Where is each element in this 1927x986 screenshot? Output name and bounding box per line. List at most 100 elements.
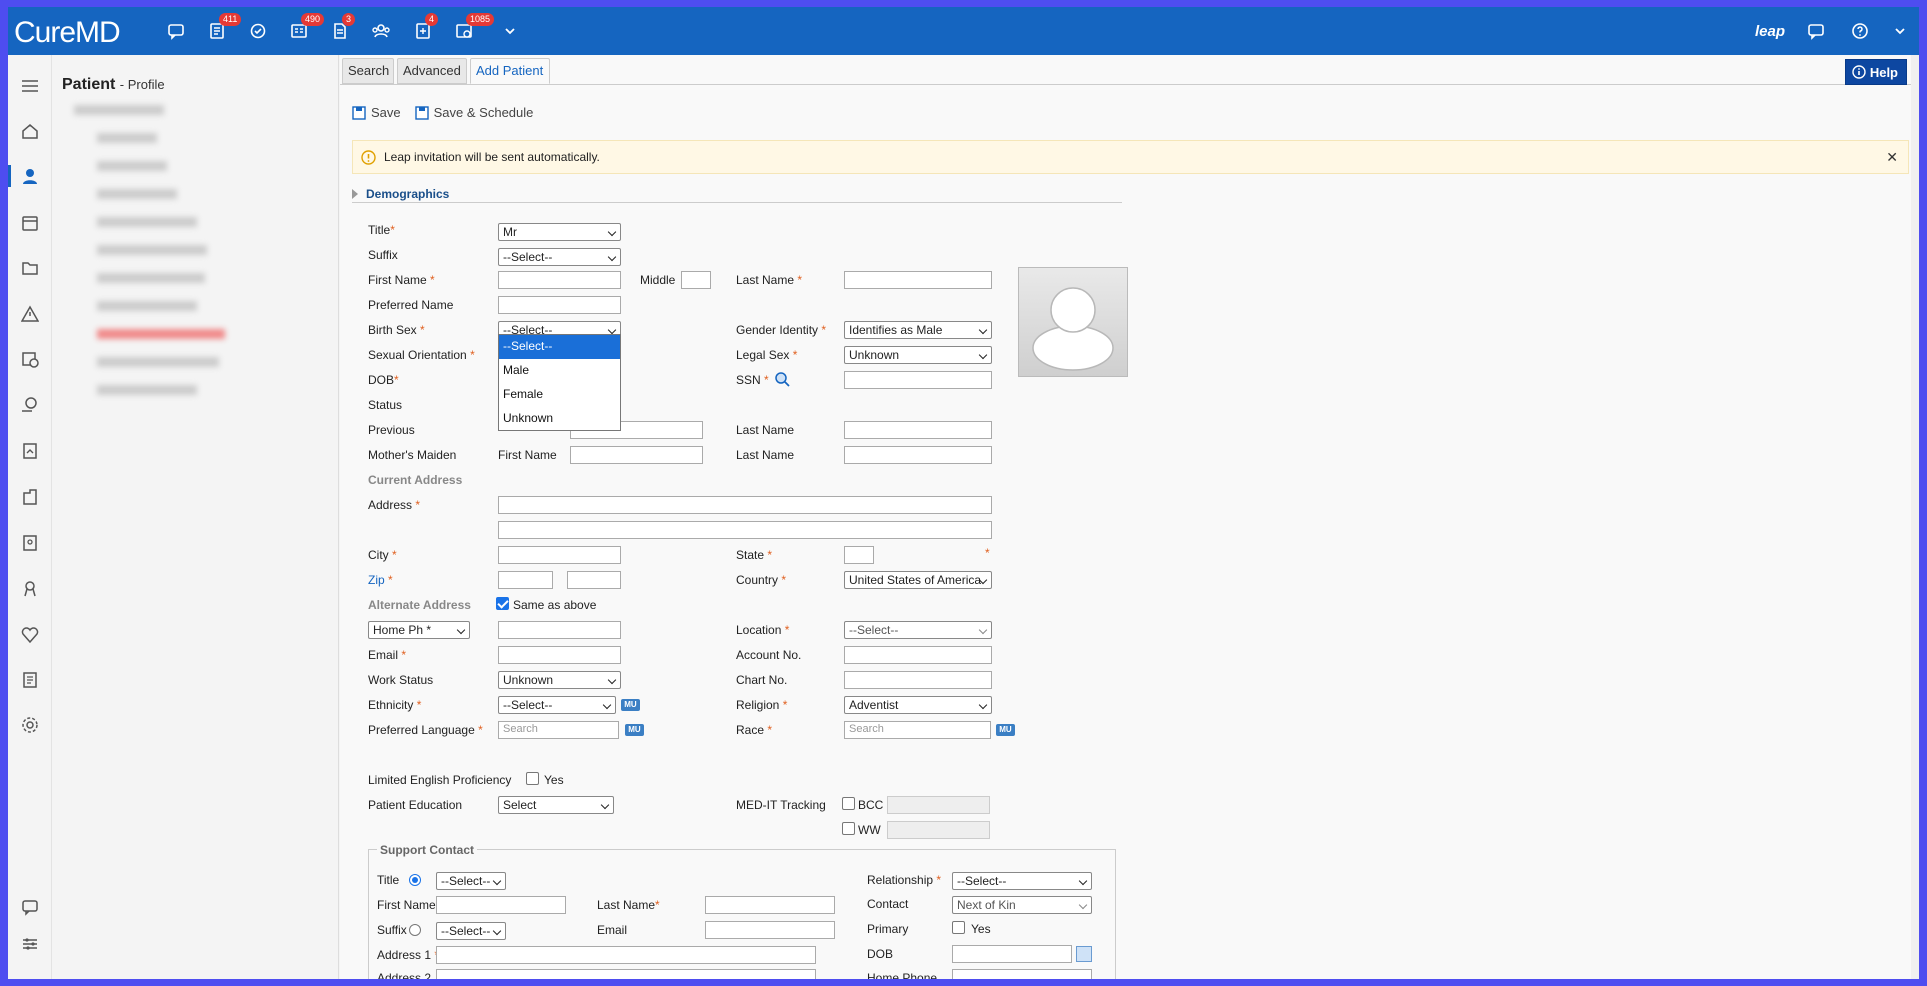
patient-icon[interactable] (19, 165, 41, 187)
chart-no-input[interactable] (844, 671, 992, 689)
previous-last-name-input[interactable] (844, 421, 992, 439)
gender-identity-select[interactable]: Identifies as Male (844, 321, 992, 339)
curemd-logo[interactable]: CureMD (14, 16, 121, 50)
help-button[interactable]: Help (1844, 59, 1907, 85)
suffix-select[interactable]: --Select-- (498, 248, 621, 266)
tab-advanced[interactable]: Advanced (397, 58, 467, 84)
tab-add-patient[interactable]: Add Patient (470, 58, 550, 84)
refresh-icon[interactable] (246, 19, 270, 43)
scrollbar[interactable] (1911, 55, 1919, 979)
folder-icon[interactable] (19, 257, 41, 279)
help-circle-icon[interactable] (1847, 19, 1873, 43)
mm-last-name-label: Last Name (736, 448, 795, 462)
close-icon[interactable]: ✕ (1886, 149, 1898, 166)
sc-title-select[interactable]: --Select-- (436, 872, 506, 890)
sc-dob-input[interactable] (952, 945, 1072, 963)
mm-first-name-input[interactable] (570, 446, 703, 464)
city-input[interactable] (498, 546, 621, 564)
reports-icon[interactable] (19, 440, 41, 462)
users-icon[interactable] (369, 19, 393, 43)
bcc-checkbox[interactable] (842, 797, 855, 810)
menu-icon[interactable] (19, 75, 41, 97)
legal-sex-select[interactable]: Unknown (844, 346, 992, 364)
feedback-icon[interactable] (19, 896, 41, 918)
ethnicity-select[interactable]: --Select-- (498, 696, 616, 714)
dropdown-option[interactable]: --Select-- (499, 335, 620, 359)
ww-checkbox[interactable] (842, 822, 855, 835)
calendar-icon[interactable] (1076, 946, 1092, 962)
mm-last-name-input[interactable] (844, 446, 992, 464)
warning-icon[interactable] (19, 303, 41, 325)
demographics-header[interactable]: Demographics (352, 187, 1122, 203)
calendar-icon[interactable] (19, 212, 41, 234)
heart-pulse-icon[interactable] (19, 624, 41, 646)
address-line2-input[interactable] (498, 521, 992, 539)
zip-input[interactable] (498, 571, 553, 589)
zip-ext-input[interactable] (567, 571, 621, 589)
lep-checkbox[interactable] (526, 772, 539, 785)
same-as-above-checkbox[interactable] (496, 597, 509, 610)
notes-icon[interactable] (19, 669, 41, 691)
sc-last-name-input[interactable] (705, 896, 835, 914)
sc-contact-select[interactable]: Next of Kin (952, 896, 1092, 914)
race-input[interactable]: Search (844, 721, 991, 739)
sc-primary-checkbox[interactable] (952, 921, 965, 934)
dropdown-option[interactable]: Female (499, 383, 620, 407)
sc-address1-input[interactable] (436, 946, 816, 964)
sc-suffix-radio[interactable] (409, 924, 421, 936)
dropdown-option[interactable]: Unknown (499, 407, 620, 431)
documents-icon[interactable]: 3 (328, 13, 356, 43)
preferred-language-input[interactable]: Search (498, 721, 619, 739)
country-select[interactable]: United States of America (844, 571, 992, 589)
dropdown-option[interactable]: Male (499, 359, 620, 383)
sc-title-radio[interactable] (409, 874, 421, 886)
tab-search[interactable]: Search (342, 58, 394, 84)
save-button[interactable]: Save (352, 105, 401, 120)
email-input[interactable] (498, 646, 621, 664)
payments-icon[interactable] (19, 394, 41, 416)
contacts-icon[interactable] (19, 532, 41, 554)
state-input[interactable] (844, 546, 874, 564)
patient-photo[interactable] (1018, 267, 1128, 377)
sc-suffix-select[interactable]: --Select-- (436, 922, 506, 940)
location-select[interactable]: --Select-- (844, 621, 992, 639)
previous-label: Previous (368, 423, 415, 437)
preferred-name-input[interactable] (498, 296, 621, 314)
settings-icon[interactable] (19, 714, 41, 736)
first-name-input[interactable] (498, 271, 621, 289)
ww-input[interactable] (887, 821, 990, 839)
sc-email-input[interactable] (705, 921, 835, 939)
sc-home-phone-input[interactable] (952, 969, 1092, 979)
sc-address2-input[interactable] (436, 969, 816, 979)
chat-icon[interactable] (1803, 19, 1829, 43)
lab-results-icon[interactable]: 490 (287, 13, 325, 43)
sc-first-name-input[interactable] (436, 896, 566, 914)
ssn-input[interactable] (844, 371, 992, 389)
home-icon[interactable] (19, 120, 41, 142)
phone-type-select[interactable]: Home Ph * (368, 621, 470, 639)
bcc-input[interactable] (887, 796, 990, 814)
sc-relationship-select[interactable]: --Select-- (952, 872, 1092, 890)
account-no-input[interactable] (844, 646, 992, 664)
referrals-icon[interactable]: 4 (411, 13, 439, 43)
last-name-input[interactable] (844, 271, 992, 289)
leap-logo[interactable]: leap (1750, 19, 1790, 43)
messages-icon[interactable] (164, 19, 188, 43)
filters-icon[interactable] (19, 933, 41, 955)
work-status-select[interactable]: Unknown (498, 671, 621, 689)
patient-education-select[interactable]: Select (498, 796, 614, 814)
tasks-icon[interactable]: 411 (205, 13, 242, 43)
save-schedule-button[interactable]: Save & Schedule (414, 105, 533, 120)
building-icon[interactable] (19, 486, 41, 508)
chevron-down-icon[interactable] (1887, 19, 1913, 43)
ribbon-icon[interactable] (19, 578, 41, 600)
billing-icon[interactable] (19, 348, 41, 370)
chevron-down-icon[interactable] (498, 19, 522, 43)
address-line1-input[interactable] (498, 496, 992, 514)
ssn-search-icon[interactable] (774, 371, 790, 390)
notifications-icon[interactable]: 1085 (452, 13, 495, 43)
middle-input[interactable] (681, 271, 711, 289)
title-select[interactable]: Mr (498, 223, 621, 241)
religion-select[interactable]: Adventist (844, 696, 992, 714)
phone-input[interactable] (498, 621, 621, 639)
